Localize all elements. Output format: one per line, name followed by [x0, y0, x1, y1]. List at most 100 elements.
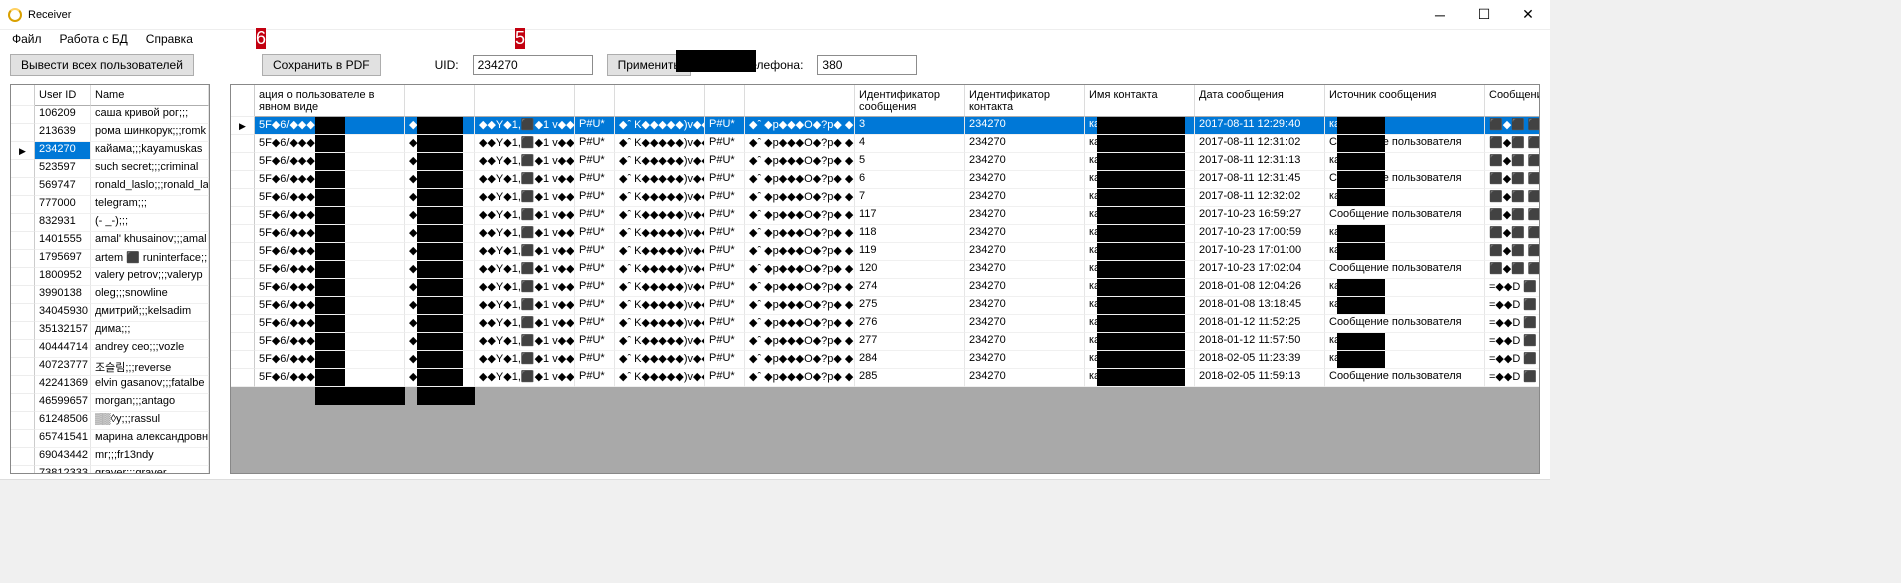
cell[interactable]: ◆◆Y◆1,⬛◆1 v◆◆S: [475, 261, 575, 279]
table-row[interactable]: 213639рома шинкорук;;;romk: [11, 124, 209, 142]
cell-name[interactable]: кайама;;;kayamuskas: [91, 142, 209, 160]
menu-help[interactable]: Справка: [146, 32, 193, 50]
cell[interactable]: 2017-10-23 16:59:27: [1195, 207, 1325, 225]
table-row[interactable]: 5F◆6/◆◆◆◆Ка◆380◆◆Y◆1,⬛◆1 v◆◆SP#U*◆ˆ K◆◆◆…: [231, 225, 1539, 243]
cell[interactable]: 234270: [965, 207, 1085, 225]
cell[interactable]: 234270: [965, 369, 1085, 387]
cell[interactable]: ◆380: [405, 117, 475, 135]
table-row[interactable]: 1800952valery petrov;;;valeryp: [11, 268, 209, 286]
cell-name[interactable]: рома шинкорук;;;romk: [91, 124, 209, 142]
cell-name[interactable]: ronald_laslo;;;ronald_la: [91, 178, 209, 196]
cell[interactable]: ⬛◆⬛ ⬛ w ◆⬛ m◆◆◆◆⬛ ◆◆Y⬛ok: [1485, 243, 1539, 261]
table-row[interactable]: 832931(- _-);;;: [11, 214, 209, 232]
cell-userid[interactable]: 42241369: [35, 376, 91, 394]
cell[interactable]: P#U*: [575, 315, 615, 333]
table-row[interactable]: 61248506▒▒◊y;;;rassul: [11, 412, 209, 430]
table-row[interactable]: 73812333graver;;;graver: [11, 466, 209, 473]
cell-userid[interactable]: 34045930: [35, 304, 91, 322]
table-row[interactable]: 3990138oleg;;;snowline: [11, 286, 209, 304]
cell[interactable]: ◆ˆ ◆p◆◆◆O◆?p◆ ◆2m: [745, 369, 855, 387]
cell[interactable]: 5F◆6/◆◆◆◆Ка: [255, 369, 405, 387]
table-row[interactable]: 5F◆6/◆◆◆◆Ка◆380◆◆Y◆1,⬛◆1 v◆◆SP#U*◆ˆ K◆◆◆…: [231, 333, 1539, 351]
col-header[interactable]: [705, 85, 745, 117]
cell[interactable]: =◆◆D ⬛ ⬛⬛ ⬛◆⬛m◆◆◆⬛ ◆'xZ⬛Ок интересно с◆: [1485, 369, 1539, 387]
cell[interactable]: 234270: [965, 261, 1085, 279]
cell[interactable]: 234270: [965, 315, 1085, 333]
cell-name[interactable]: ▒▒◊y;;;rassul: [91, 412, 209, 430]
table-row[interactable]: 5F◆6/◆◆◆◆Ка◆380◆◆Y◆1,⬛◆1 v◆◆SP#U*◆ˆ K◆◆◆…: [231, 153, 1539, 171]
cell[interactable]: ◆ˆ K◆◆◆◆◆)v◆◆S: [615, 351, 705, 369]
row-header[interactable]: [231, 351, 255, 369]
col-header[interactable]: Сообщение: [1485, 85, 1539, 117]
cell[interactable]: ка: [1325, 333, 1485, 351]
cell[interactable]: ◆380: [405, 315, 475, 333]
row-header[interactable]: [231, 207, 255, 225]
cell[interactable]: 5F◆6/◆◆◆◆Ка: [255, 225, 405, 243]
col-header[interactable]: Источник сообщения: [1325, 85, 1485, 117]
row-header[interactable]: [11, 448, 35, 466]
cell[interactable]: ка: [1085, 333, 1195, 351]
row-header[interactable]: [11, 268, 35, 286]
row-header[interactable]: [231, 279, 255, 297]
cell[interactable]: P#U*: [705, 225, 745, 243]
cell[interactable]: ◆ˆ ◆p◆◆◆O◆?p◆ ◆2m: [745, 153, 855, 171]
row-header[interactable]: [231, 315, 255, 333]
col-header[interactable]: [405, 85, 475, 117]
cell[interactable]: ◆ˆ ◆p◆◆◆O◆?p◆ ◆2m: [745, 333, 855, 351]
row-header[interactable]: [11, 286, 35, 304]
cell[interactable]: 2017-08-11 12:31:13: [1195, 153, 1325, 171]
cell[interactable]: P#U*: [705, 153, 745, 171]
row-header[interactable]: [11, 466, 35, 473]
cell[interactable]: P#U*: [705, 207, 745, 225]
cell[interactable]: P#U*: [705, 369, 745, 387]
cell-name[interactable]: valery petrov;;;valeryp: [91, 268, 209, 286]
row-header[interactable]: [11, 430, 35, 448]
cell-userid[interactable]: 523597: [35, 160, 91, 178]
table-row[interactable]: 5F◆6/◆◆◆◆Ка◆380◆◆Y◆1,⬛◆1 v◆◆SP#U*◆ˆ K◆◆◆…: [231, 135, 1539, 153]
cell-userid[interactable]: 40723777: [35, 358, 91, 376]
left-grid-body[interactable]: 106209саша кривой рог;;;213639рома шинко…: [11, 106, 209, 473]
cell[interactable]: P#U*: [705, 297, 745, 315]
cell[interactable]: Сообщение пользователя: [1325, 171, 1485, 189]
cell[interactable]: ◆◆Y◆1,⬛◆1 v◆◆S: [475, 369, 575, 387]
save-pdf-button[interactable]: Сохранить в PDF: [262, 54, 381, 76]
cell[interactable]: ⬛◆⬛ ⬛ ⬛ ◆⬛ m◆◆◆◆⬛ay◆Y⬛Ага ): [1485, 153, 1539, 171]
cell-name[interactable]: oleg;;;snowline: [91, 286, 209, 304]
cell[interactable]: P#U*: [705, 117, 745, 135]
col-header[interactable]: [745, 85, 855, 117]
cell[interactable]: ка: [1085, 279, 1195, 297]
cell[interactable]: 2018-01-12 11:57:50: [1195, 333, 1325, 351]
cell[interactable]: ◆ˆ K◆◆◆◆◆)v◆◆S: [615, 135, 705, 153]
cell-userid[interactable]: 832931: [35, 214, 91, 232]
cell[interactable]: 234270: [965, 333, 1085, 351]
cell[interactable]: ◆◆Y◆1,⬛◆1 v◆◆S: [475, 333, 575, 351]
cell[interactable]: 234270: [965, 297, 1085, 315]
cell-userid[interactable]: 234270: [35, 142, 91, 160]
col-header[interactable]: ация о пользователе в явном виде: [255, 85, 405, 117]
table-row[interactable]: 46599657morgan;;;antago: [11, 394, 209, 412]
cell[interactable]: 3: [855, 117, 965, 135]
cell[interactable]: ◆ˆ ◆p◆◆◆O◆?p◆ ◆2m: [745, 351, 855, 369]
cell-userid[interactable]: 213639: [35, 124, 91, 142]
cell[interactable]: 2018-02-05 11:59:13: [1195, 369, 1325, 387]
cell[interactable]: 234270: [965, 153, 1085, 171]
row-header[interactable]: [11, 142, 35, 160]
row-header[interactable]: [11, 304, 35, 322]
table-row[interactable]: 5F◆6/◆◆◆◆Ка◆380◆◆Y◆1,⬛◆1 v◆◆SP#U*◆ˆ K◆◆◆…: [231, 207, 1539, 225]
cell[interactable]: P#U*: [705, 171, 745, 189]
cell-userid[interactable]: 46599657: [35, 394, 91, 412]
row-header[interactable]: [11, 232, 35, 250]
row-header[interactable]: [231, 261, 255, 279]
cell-userid[interactable]: 35132157: [35, 322, 91, 340]
cell[interactable]: ◆◆Y◆1,⬛◆1 v◆◆S: [475, 243, 575, 261]
row-header[interactable]: [11, 160, 35, 178]
col-header[interactable]: [231, 85, 255, 117]
cell[interactable]: P#U*: [575, 261, 615, 279]
table-row[interactable]: 65741541марина александровн: [11, 430, 209, 448]
row-header[interactable]: [11, 196, 35, 214]
cell-name[interactable]: morgan;;;antago: [91, 394, 209, 412]
table-row[interactable]: 1795697artem ⬛ runinterface;;;: [11, 250, 209, 268]
row-header[interactable]: [231, 135, 255, 153]
cell-userid[interactable]: 777000: [35, 196, 91, 214]
cell[interactable]: ◆◆Y◆1,⬛◆1 v◆◆S: [475, 135, 575, 153]
